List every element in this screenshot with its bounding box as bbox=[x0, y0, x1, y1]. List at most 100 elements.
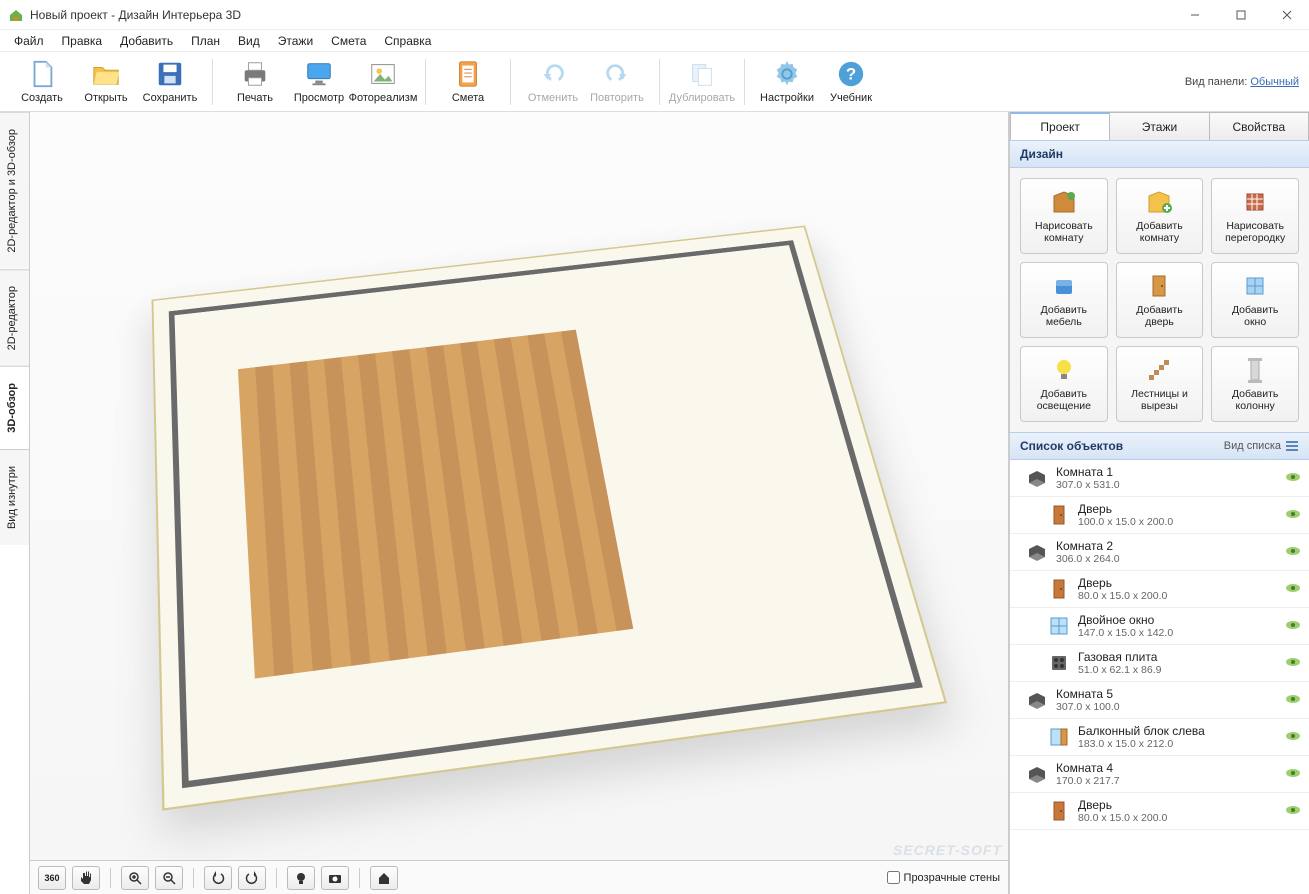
tutorial-button[interactable]: ? Учебник bbox=[819, 57, 883, 106]
transparent-walls-checkbox[interactable]: Прозрачные стены bbox=[887, 871, 1000, 884]
design-add_furniture-button[interactable]: Добавитьмебель bbox=[1020, 262, 1108, 338]
settings-button[interactable]: Настройки bbox=[755, 57, 819, 106]
menu-bar: Файл Правка Добавить План Вид Этажи Смет… bbox=[0, 30, 1309, 52]
light-toggle-button[interactable] bbox=[287, 866, 315, 890]
objects-section-header: Список объектов Вид списка bbox=[1010, 432, 1309, 460]
tab-inside[interactable]: Вид изнутри bbox=[0, 449, 29, 545]
window-title: Новый проект - Дизайн Интерьера 3D bbox=[30, 8, 1181, 22]
room-icon bbox=[1026, 467, 1048, 489]
add_furniture-icon bbox=[1050, 272, 1078, 300]
room-icon bbox=[1026, 541, 1048, 563]
menu-floors[interactable]: Этажи bbox=[270, 32, 321, 50]
estimate-button[interactable]: Смета bbox=[436, 57, 500, 106]
undo-button[interactable]: Отменить bbox=[521, 57, 585, 106]
tab-properties[interactable]: Свойства bbox=[1210, 112, 1309, 140]
screenshot-button[interactable] bbox=[321, 866, 349, 890]
duplicate-icon bbox=[687, 59, 717, 89]
redo-button[interactable]: Повторить bbox=[585, 57, 649, 106]
zoom-in-button[interactable] bbox=[121, 866, 149, 890]
redo-icon bbox=[602, 59, 632, 89]
rotate-left-icon bbox=[211, 871, 225, 885]
panel-view-mode[interactable]: Обычный bbox=[1250, 76, 1299, 88]
home-view-button[interactable] bbox=[370, 866, 398, 890]
visibility-toggle[interactable] bbox=[1285, 545, 1301, 559]
visibility-toggle[interactable] bbox=[1285, 582, 1301, 596]
rotate-right-button[interactable] bbox=[238, 866, 266, 890]
menu-plan[interactable]: План bbox=[183, 32, 228, 50]
visibility-toggle[interactable] bbox=[1285, 730, 1301, 744]
create-button[interactable]: Создать bbox=[10, 57, 74, 106]
design-draw_partition-button[interactable]: Нарисоватьперегородку bbox=[1211, 178, 1299, 254]
right-tabs: Проект Этажи Свойства bbox=[1010, 112, 1309, 140]
rotate-left-button[interactable] bbox=[204, 866, 232, 890]
object-row[interactable]: Комната 1307.0 x 531.0 bbox=[1010, 460, 1309, 497]
visibility-toggle[interactable] bbox=[1285, 656, 1301, 670]
visibility-toggle[interactable] bbox=[1285, 767, 1301, 781]
menu-view[interactable]: Вид bbox=[230, 32, 268, 50]
design-add_door-button[interactable]: Добавитьдверь bbox=[1116, 262, 1204, 338]
new-file-icon bbox=[27, 59, 57, 89]
photoreal-button[interactable]: Фотореализм bbox=[351, 57, 415, 106]
visibility-toggle[interactable] bbox=[1285, 508, 1301, 522]
maximize-button[interactable] bbox=[1227, 5, 1255, 25]
panel-view-label: Вид панели: Обычный bbox=[1185, 76, 1299, 88]
draw_partition-icon bbox=[1241, 188, 1269, 216]
object-row[interactable]: Дверь80.0 x 15.0 x 200.0 bbox=[1010, 793, 1309, 830]
design-add_light-button[interactable]: Добавитьосвещение bbox=[1020, 346, 1108, 422]
photo-icon bbox=[368, 59, 398, 89]
visibility-toggle[interactable] bbox=[1285, 471, 1301, 485]
view-toolbar: 360 Прозрачные стены bbox=[30, 860, 1008, 894]
visibility-toggle[interactable] bbox=[1285, 804, 1301, 818]
tab-floors[interactable]: Этажи bbox=[1110, 112, 1209, 140]
door-icon bbox=[1048, 504, 1070, 526]
open-button[interactable]: Открыть bbox=[74, 57, 138, 106]
object-row[interactable]: Комната 5307.0 x 100.0 bbox=[1010, 682, 1309, 719]
design-section-header: Дизайн bbox=[1010, 140, 1309, 168]
3d-canvas[interactable] bbox=[30, 112, 1008, 860]
folder-open-icon bbox=[91, 59, 121, 89]
list-view-icon[interactable] bbox=[1285, 439, 1299, 453]
tab-2d[interactable]: 2D-редактор bbox=[0, 269, 29, 366]
design-add_column-button[interactable]: Добавитьколонну bbox=[1211, 346, 1299, 422]
object-row[interactable]: Двойное окно147.0 x 15.0 x 142.0 bbox=[1010, 608, 1309, 645]
visibility-toggle[interactable] bbox=[1285, 693, 1301, 707]
balcony-icon bbox=[1048, 726, 1070, 748]
object-row[interactable]: Комната 4170.0 x 217.7 bbox=[1010, 756, 1309, 793]
hand-icon bbox=[79, 871, 93, 885]
design-stairs-button[interactable]: Лестницы ивырезы bbox=[1116, 346, 1204, 422]
preview-button[interactable]: Просмотр bbox=[287, 57, 351, 106]
right-panel: Проект Этажи Свойства Дизайн Нарисоватьк… bbox=[1009, 112, 1309, 894]
zoom-out-button[interactable] bbox=[155, 866, 183, 890]
duplicate-button[interactable]: Дублировать bbox=[670, 57, 734, 106]
menu-estimate[interactable]: Смета bbox=[323, 32, 374, 50]
tab-2d-3d[interactable]: 2D-редактор и 3D-обзор bbox=[0, 112, 29, 269]
room-icon bbox=[1026, 763, 1048, 785]
tab-project[interactable]: Проект bbox=[1010, 112, 1110, 140]
object-row[interactable]: Комната 2306.0 x 264.0 bbox=[1010, 534, 1309, 571]
add_window-icon bbox=[1241, 272, 1269, 300]
menu-file[interactable]: Файл bbox=[6, 32, 52, 50]
design-add_window-button[interactable]: Добавитьокно bbox=[1211, 262, 1299, 338]
rotate-right-icon bbox=[245, 871, 259, 885]
tab-3d[interactable]: 3D-обзор bbox=[0, 366, 29, 449]
object-row[interactable]: Дверь80.0 x 15.0 x 200.0 bbox=[1010, 571, 1309, 608]
list-view-label: Вид списка bbox=[1224, 440, 1281, 452]
design-draw_room-button[interactable]: Нарисоватькомнату bbox=[1020, 178, 1108, 254]
object-row[interactable]: Дверь100.0 x 15.0 x 200.0 bbox=[1010, 497, 1309, 534]
pan-button[interactable] bbox=[72, 866, 100, 890]
menu-edit[interactable]: Правка bbox=[54, 32, 111, 50]
rotate-360-button[interactable]: 360 bbox=[38, 866, 66, 890]
close-button[interactable] bbox=[1273, 5, 1301, 25]
design-add_room-button[interactable]: Добавитькомнату bbox=[1116, 178, 1204, 254]
print-button[interactable]: Печать bbox=[223, 57, 287, 106]
menu-help[interactable]: Справка bbox=[376, 32, 439, 50]
menu-add[interactable]: Добавить bbox=[112, 32, 181, 50]
save-button[interactable]: Сохранить bbox=[138, 57, 202, 106]
minimize-button[interactable] bbox=[1181, 5, 1209, 25]
object-row[interactable]: Балконный блок слева183.0 x 15.0 x 212.0 bbox=[1010, 719, 1309, 756]
left-view-tabs: 2D-редактор и 3D-обзор 2D-редактор 3D-об… bbox=[0, 112, 30, 894]
visibility-toggle[interactable] bbox=[1285, 619, 1301, 633]
undo-icon bbox=[538, 59, 568, 89]
printer-icon bbox=[240, 59, 270, 89]
object-row[interactable]: Газовая плита51.0 x 62.1 x 86.9 bbox=[1010, 645, 1309, 682]
